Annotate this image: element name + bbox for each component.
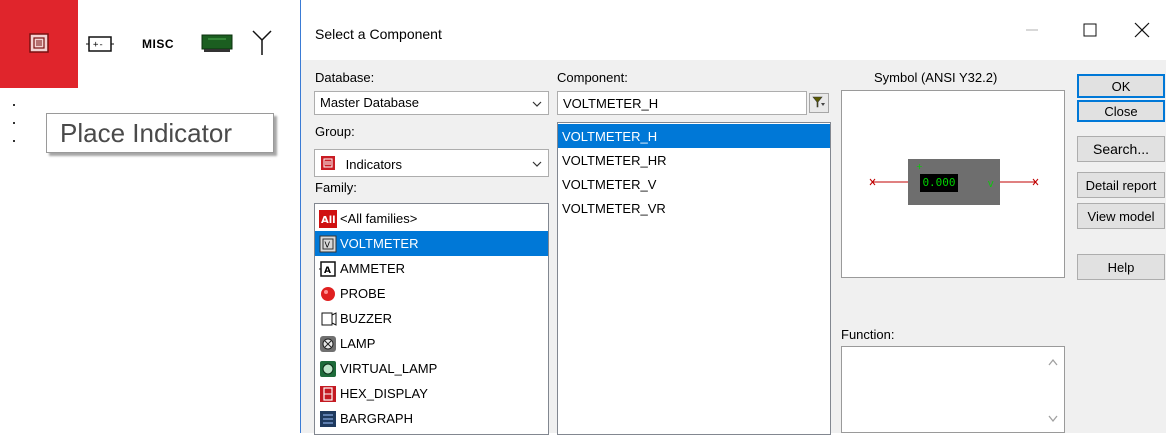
voltmeter-icon: V [319, 235, 337, 253]
symbol-label: Symbol (ANSI Y32.2) [874, 70, 998, 85]
window-close-button[interactable] [1119, 14, 1165, 48]
buzzer-icon [319, 310, 337, 328]
minimize-icon [1026, 24, 1038, 39]
chevron-down-icon [532, 157, 542, 172]
close-button[interactable]: Close [1077, 100, 1165, 122]
ok-button[interactable]: OK [1077, 74, 1165, 98]
hex-display-icon [319, 385, 337, 403]
component-input[interactable]: VOLTMETER_H [557, 91, 807, 115]
close-icon [1134, 22, 1150, 41]
misc-label: MISC [142, 37, 174, 51]
dot-marker [13, 140, 15, 142]
lamp-icon [319, 335, 337, 353]
svg-text:V: V [325, 240, 331, 249]
help-button[interactable]: Help [1077, 254, 1165, 280]
function-textbox[interactable] [841, 346, 1065, 433]
minimize-button[interactable] [1009, 14, 1055, 48]
indicators-group-icon [320, 155, 336, 174]
component-item[interactable]: VOLTMETER_V [558, 172, 830, 196]
select-component-dialog: Select a Component Database: Master Data… [300, 0, 1166, 435]
chevron-down-icon [532, 97, 542, 112]
family-item[interactable]: VIRTUAL_LAMP [315, 356, 548, 381]
family-item[interactable]: All <All families> [315, 206, 548, 231]
family-item-label: PROBE [340, 286, 386, 301]
family-item[interactable]: BUZZER [315, 306, 548, 331]
circuit-board-icon [200, 32, 234, 57]
group-value: Indicators [345, 157, 402, 172]
maximize-icon [1083, 23, 1097, 40]
scroll-up-icon[interactable] [1048, 355, 1058, 369]
component-item[interactable]: VOLTMETER_VR [558, 196, 830, 220]
component-item-label: VOLTMETER_VR [562, 200, 666, 216]
virtual-lamp-icon [319, 360, 337, 378]
view-model-button[interactable]: View model [1077, 203, 1165, 229]
power-component-icon: +- [86, 34, 114, 57]
rf-component-button[interactable] [245, 28, 279, 60]
component-item-label: VOLTMETER_H [562, 128, 658, 144]
function-label: Function: [841, 327, 895, 342]
maximize-button[interactable] [1067, 14, 1113, 48]
all-families-icon: All [319, 209, 337, 228]
svg-text:All: All [321, 215, 336, 226]
database-select[interactable]: Master Database [314, 91, 549, 115]
group-label: Group: [315, 124, 355, 139]
dot-marker [13, 122, 15, 124]
place-indicator-tooltip: Place Indicator [46, 113, 274, 153]
dialog-title: Select a Component [315, 26, 442, 42]
search-button[interactable]: Search... [1077, 136, 1165, 162]
voltmeter-symbol: + V 0.000 [866, 157, 1042, 207]
family-item-label: <All families> [340, 211, 418, 226]
family-item-label: VIRTUAL_LAMP [340, 361, 438, 376]
family-item[interactable]: PROBE [315, 281, 548, 306]
svg-text:V: V [988, 180, 994, 189]
family-item-label: BUZZER [340, 311, 392, 326]
meter-reading: 0.000 [922, 176, 956, 189]
family-item-label: LAMP [340, 336, 376, 351]
family-item-label: AMMETER [340, 261, 405, 276]
database-value: Master Database [320, 95, 419, 110]
component-list[interactable]: VOLTMETER_H VOLTMETER_HR VOLTMETER_V VOL… [557, 122, 831, 435]
family-item-label: HEX_DISPLAY [340, 386, 428, 401]
family-item[interactable]: A AMMETER [315, 256, 548, 281]
component-label: Component: [557, 70, 628, 85]
component-value: VOLTMETER_H [563, 96, 659, 111]
dialog-titlebar: Select a Component [301, 0, 1166, 60]
indicator-toolbar-button-frame[interactable] [0, 0, 78, 88]
family-label: Family: [315, 180, 357, 195]
family-item-label: VOLTMETER [340, 236, 419, 251]
component-item-label: VOLTMETER_V [562, 176, 657, 192]
svg-text:A: A [324, 266, 331, 276]
family-item[interactable]: HEX_DISPLAY [315, 381, 548, 406]
ammeter-icon: A [319, 260, 337, 278]
component-item[interactable]: VOLTMETER_HR [558, 148, 830, 172]
bargraph-icon [319, 410, 337, 428]
indicator-icon [29, 32, 49, 56]
family-list[interactable]: All <All families> V VOLTMETER A AMMETER… [314, 203, 549, 435]
component-item-label: VOLTMETER_HR [562, 152, 667, 168]
family-item[interactable]: LAMP [315, 331, 548, 356]
scroll-down-icon[interactable] [1048, 412, 1058, 426]
database-label: Database: [315, 70, 375, 85]
power-component-button[interactable]: +- [80, 28, 120, 62]
advanced-peripherals-button[interactable] [195, 30, 239, 58]
symbol-preview: + V 0.000 [841, 90, 1065, 278]
family-item[interactable]: V VOLTMETER [315, 231, 548, 256]
probe-icon [319, 285, 337, 303]
family-item-label: BARGRAPH [340, 411, 413, 426]
filter-icon [812, 96, 826, 111]
antenna-icon [251, 29, 273, 59]
component-item[interactable]: VOLTMETER_H [558, 124, 830, 148]
svg-text:+: + [916, 162, 923, 171]
svg-text:+-: +- [93, 40, 104, 50]
detail-report-button[interactable]: Detail report [1077, 172, 1165, 198]
family-item[interactable]: BARGRAPH [315, 406, 548, 431]
dot-marker [13, 104, 15, 106]
group-select[interactable]: Indicators [314, 149, 549, 177]
misc-button[interactable]: MISC [130, 30, 186, 58]
filter-button[interactable] [809, 93, 829, 113]
